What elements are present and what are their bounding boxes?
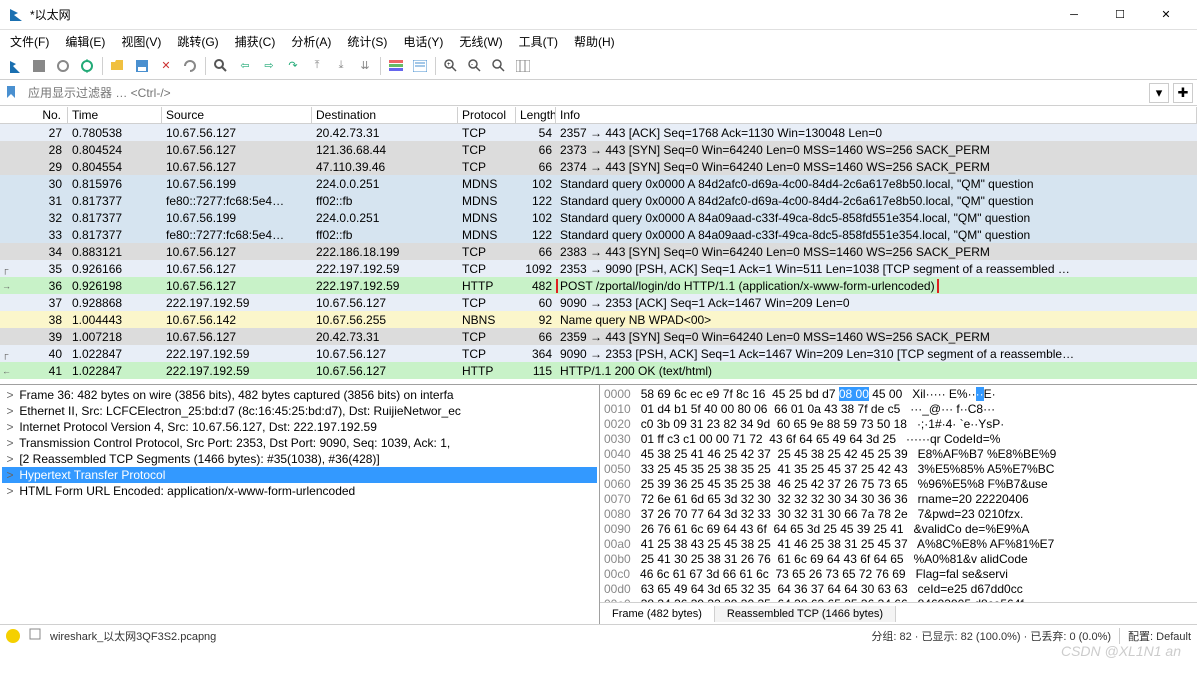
hex-row[interactable]: 0060 25 39 36 25 45 35 25 38 46 25 42 37… (604, 477, 1193, 492)
hex-row[interactable]: 00c0 46 6c 61 67 3d 66 61 6c 73 65 26 73… (604, 567, 1193, 582)
menu-file[interactable]: 文件(F) (4, 31, 55, 52)
hex-row[interactable]: 00a0 41 25 38 43 25 45 38 25 41 46 25 38… (604, 537, 1193, 552)
filter-bookmark-icon[interactable] (4, 85, 20, 101)
find-icon[interactable] (210, 55, 232, 77)
zoom-in-icon[interactable]: + (440, 55, 462, 77)
packet-row[interactable]: 391.00721810.67.56.12720.42.73.31TCP6623… (0, 328, 1197, 345)
wireshark-fin-icon (8, 7, 24, 23)
hex-row[interactable]: 0030 01 ff c3 c1 00 00 71 72 43 6f 64 65… (604, 432, 1193, 447)
packet-row[interactable]: 381.00444310.67.56.14210.67.56.255NBNS92… (0, 311, 1197, 328)
hex-row[interactable]: 00b0 25 41 30 25 38 31 26 76 61 6c 69 64… (604, 552, 1193, 567)
main-toolbar: ✕ ⇦ ⇨ ↷ ⤒ ⤓ ⇊ + - (0, 52, 1197, 80)
save-file-icon[interactable] (131, 55, 153, 77)
hex-row[interactable]: 0020 c0 3b 09 31 23 82 34 9d 60 65 9e 88… (604, 417, 1193, 432)
reload-icon[interactable] (179, 55, 201, 77)
hex-row[interactable]: 0080 37 26 70 77 64 3d 32 33 30 32 31 30… (604, 507, 1193, 522)
col-info[interactable]: Info (556, 107, 1197, 123)
hex-row[interactable]: 0000 58 69 6c ec e9 7f 8c 16 45 25 bd d7… (604, 387, 1193, 402)
col-len[interactable]: Length (516, 107, 556, 123)
packet-row[interactable]: 290.80455410.67.56.12747.110.39.46TCP662… (0, 158, 1197, 175)
start-capture-icon[interactable] (4, 55, 26, 77)
tree-item[interactable]: > Frame 36: 482 bytes on wire (3856 bits… (2, 387, 597, 403)
menu-capture[interactable]: 捕获(C) (229, 31, 282, 52)
hex-row[interactable]: 0050 33 25 45 35 25 38 35 25 41 35 25 45… (604, 462, 1193, 477)
col-no[interactable]: No. (0, 107, 68, 123)
menu-telephony[interactable]: 电话(Y) (397, 31, 449, 52)
capture-options-icon[interactable] (76, 55, 98, 77)
col-dest[interactable]: Destination (312, 107, 458, 123)
close-button[interactable]: ✕ (1143, 0, 1189, 30)
hex-tab-reassembled[interactable]: Reassembled TCP (1466 bytes) (715, 606, 896, 622)
stop-capture-icon[interactable] (28, 55, 50, 77)
packet-row[interactable]: 330.817377fe80::7277:fc68:5e4…ff02::fbMD… (0, 226, 1197, 243)
hex-row[interactable]: 00d0 63 65 49 64 3d 65 32 35 64 36 37 64… (604, 582, 1193, 597)
menu-bar: 文件(F) 编辑(E) 视图(V) 跳转(G) 捕获(C) 分析(A) 统计(S… (0, 30, 1197, 52)
display-filter-input[interactable] (24, 84, 1145, 102)
colorize-icon[interactable] (385, 55, 407, 77)
menu-help[interactable]: 帮助(H) (568, 31, 621, 52)
zoom-reset-icon[interactable] (488, 55, 510, 77)
open-file-icon[interactable] (107, 55, 129, 77)
menu-edit[interactable]: 编辑(E) (59, 31, 111, 52)
packet-row[interactable]: 280.80452410.67.56.127121.36.68.44TCP662… (0, 141, 1197, 158)
packet-row[interactable]: 320.81737710.67.56.199224.0.0.251MDNS102… (0, 209, 1197, 226)
hex-tab-frame[interactable]: Frame (482 bytes) (600, 606, 715, 622)
packet-row[interactable]: ┌401.022847222.197.192.5910.67.56.127TCP… (0, 345, 1197, 362)
status-profile[interactable]: 配置: Default (1119, 628, 1191, 644)
go-first-icon[interactable]: ⤒ (306, 55, 328, 77)
tree-item[interactable]: > Ethernet II, Src: LCFCElectron_25:bd:d… (2, 403, 597, 419)
svg-text:+: + (447, 62, 451, 68)
go-back-icon[interactable]: ⇦ (234, 55, 256, 77)
restart-capture-icon[interactable] (52, 55, 74, 77)
tree-item[interactable]: > Hypertext Transfer Protocol (2, 467, 597, 483)
col-source[interactable]: Source (162, 107, 312, 123)
minimize-button[interactable]: ─ (1051, 0, 1097, 30)
resize-columns-icon[interactable] (512, 55, 534, 77)
hex-row[interactable]: 0070 72 6e 61 6d 65 3d 32 30 32 32 32 30… (604, 492, 1193, 507)
menu-view[interactable]: 视图(V) (115, 31, 167, 52)
packet-row[interactable]: ┌350.92616610.67.56.127222.197.192.59TCP… (0, 260, 1197, 277)
packet-row[interactable]: 300.81597610.67.56.199224.0.0.251MDNS102… (0, 175, 1197, 192)
packet-bytes-pane[interactable]: 0000 58 69 6c ec e9 7f 8c 16 45 25 bd d7… (600, 385, 1197, 602)
menu-go[interactable]: 跳转(G) (171, 31, 224, 52)
go-last-icon[interactable]: ⤓ (330, 55, 352, 77)
status-packets: 分组: 82 · 已显示: 82 (100.0%) · 已丢弃: 0 (0.0%… (871, 628, 1111, 644)
menu-statistics[interactable]: 统计(S) (341, 31, 393, 52)
packet-row[interactable]: →360.92619810.67.56.127222.197.192.59HTT… (0, 277, 1197, 294)
zoom-out-icon[interactable]: - (464, 55, 486, 77)
auto-scroll-live-icon[interactable] (409, 55, 431, 77)
filter-add-button[interactable]: ✚ (1173, 83, 1193, 103)
go-to-packet-icon[interactable]: ↷ (282, 55, 304, 77)
packet-details-pane[interactable]: > Frame 36: 482 bytes on wire (3856 bits… (0, 385, 600, 624)
go-forward-icon[interactable]: ⇨ (258, 55, 280, 77)
packet-row[interactable]: ←411.022847222.197.192.5910.67.56.127HTT… (0, 362, 1197, 379)
tree-item[interactable]: > [2 Reassembled TCP Segments (1466 byte… (2, 451, 597, 467)
filter-expression-dropdown[interactable]: ▾ (1149, 83, 1169, 103)
col-time[interactable]: Time (68, 107, 162, 123)
packet-list-pane[interactable]: No. Time Source Destination Protocol Len… (0, 106, 1197, 384)
packet-row[interactable]: 340.88312110.67.56.127222.186.18.199TCP6… (0, 243, 1197, 260)
tree-item[interactable]: > Transmission Control Protocol, Src Por… (2, 435, 597, 451)
tree-item[interactable]: > Internet Protocol Version 4, Src: 10.6… (2, 419, 597, 435)
menu-tools[interactable]: 工具(T) (513, 31, 564, 52)
hex-row[interactable]: 0090 26 76 61 6c 69 64 43 6f 64 65 3d 25… (604, 522, 1193, 537)
maximize-button[interactable]: ☐ (1097, 0, 1143, 30)
menu-analyze[interactable]: 分析(A) (285, 31, 337, 52)
menu-wireless[interactable]: 无线(W) (453, 31, 508, 52)
close-file-icon[interactable]: ✕ (155, 55, 177, 77)
capture-file-icon (28, 627, 42, 644)
packet-row[interactable]: 270.78053810.67.56.12720.42.73.31TCP5423… (0, 124, 1197, 141)
hex-row[interactable]: 0040 45 38 25 41 46 25 42 37 25 45 38 25… (604, 447, 1193, 462)
col-proto[interactable]: Protocol (458, 107, 516, 123)
tree-item[interactable]: > HTML Form URL Encoded: application/x-w… (2, 483, 597, 499)
hex-row[interactable]: 0010 01 d4 b1 5f 40 00 80 06 66 01 0a 43… (604, 402, 1193, 417)
packet-row[interactable]: 310.817377fe80::7277:fc68:5e4…ff02::fbMD… (0, 192, 1197, 209)
expert-info-icon[interactable] (6, 629, 20, 643)
auto-scroll-icon[interactable]: ⇊ (354, 55, 376, 77)
svg-text:-: - (471, 62, 473, 68)
packet-row[interactable]: 370.928868222.197.192.5910.67.56.127TCP6… (0, 294, 1197, 311)
status-filename: wireshark_以太网3QF3S2.pcapng (50, 628, 863, 644)
window-title: *以太网 (30, 6, 1051, 23)
